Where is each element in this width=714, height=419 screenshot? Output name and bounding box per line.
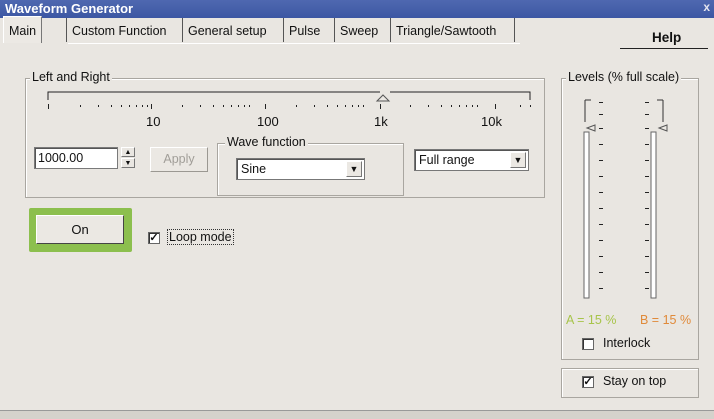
frequency-ticks xyxy=(48,104,531,109)
frequency-spinner[interactable]: ▲ ▼ xyxy=(121,147,135,169)
on-button[interactable]: On xyxy=(36,215,124,244)
on-button-highlight: On xyxy=(29,208,132,252)
tab-strip: Main Custom Function General setup Pulse… xyxy=(0,16,714,58)
wave-function-select[interactable]: Sine ▼ xyxy=(236,158,365,180)
close-icon[interactable]: x xyxy=(703,0,710,14)
stay-on-top-checkbox[interactable]: ✓ xyxy=(582,376,594,388)
levels-sliders[interactable] xyxy=(577,92,687,304)
wave-function-value: Sine xyxy=(241,162,267,176)
tab-pulse[interactable]: Pulse xyxy=(283,18,320,42)
title-bar: Waveform Generator x xyxy=(0,0,714,18)
frequency-slider-thumb xyxy=(375,94,391,102)
tab-baseline xyxy=(68,43,520,44)
levels-group-legend: Levels (% full scale) xyxy=(566,70,682,84)
range-select-value: Full range xyxy=(419,153,475,167)
loop-mode-label[interactable]: Loop mode xyxy=(167,229,234,245)
help-underline xyxy=(620,48,708,49)
interlock-checkbox[interactable] xyxy=(582,338,594,350)
tab-general-setup[interactable]: General setup xyxy=(182,18,267,42)
dropdown-arrow-icon[interactable]: ▼ xyxy=(346,161,362,177)
check-icon: ✓ xyxy=(583,376,593,388)
stay-on-top-label[interactable]: Stay on top xyxy=(603,374,666,388)
level-a-thumb xyxy=(585,124,596,132)
tick-label-10: 10 xyxy=(146,114,161,129)
tab-main[interactable]: Main xyxy=(3,16,43,43)
tick-label-100: 100 xyxy=(257,114,279,129)
level-a-readout: A = 15 % xyxy=(566,313,617,327)
range-select[interactable]: Full range ▼ xyxy=(414,149,529,171)
level-b-thumb xyxy=(657,124,668,132)
tab-end-divider xyxy=(514,18,516,42)
frequency-group-legend: Left and Right xyxy=(30,70,112,84)
frequency-input[interactable]: 1000.00 xyxy=(34,147,118,169)
window-title: Waveform Generator xyxy=(5,1,134,16)
dropdown-arrow-icon[interactable]: ▼ xyxy=(510,152,526,168)
loop-mode-label-text: Loop mode xyxy=(167,229,234,245)
tab-custom-function[interactable]: Custom Function xyxy=(66,18,166,42)
frequency-slider[interactable] xyxy=(40,84,540,114)
spin-down-icon[interactable]: ▼ xyxy=(121,158,135,168)
tab-triangle-sawtooth[interactable]: Triangle/Sawtooth xyxy=(390,18,496,42)
spin-up-icon[interactable]: ▲ xyxy=(121,147,135,157)
level-b-slider xyxy=(650,99,668,299)
tick-label-10k: 10k xyxy=(481,114,502,129)
wave-function-legend: Wave function xyxy=(225,135,308,149)
tick-label-1k: 1k xyxy=(374,114,388,129)
interlock-label[interactable]: Interlock xyxy=(603,336,650,350)
apply-button[interactable]: Apply xyxy=(150,147,208,172)
check-icon: ✓ xyxy=(149,232,159,244)
help-link[interactable]: Help xyxy=(652,30,681,45)
level-b-readout: B = 15 % xyxy=(640,313,692,327)
tab-sweep[interactable]: Sweep xyxy=(334,18,378,42)
level-ticks xyxy=(599,102,649,289)
loop-mode-checkbox[interactable]: ✓ xyxy=(148,232,160,244)
level-a-slider xyxy=(583,99,596,299)
